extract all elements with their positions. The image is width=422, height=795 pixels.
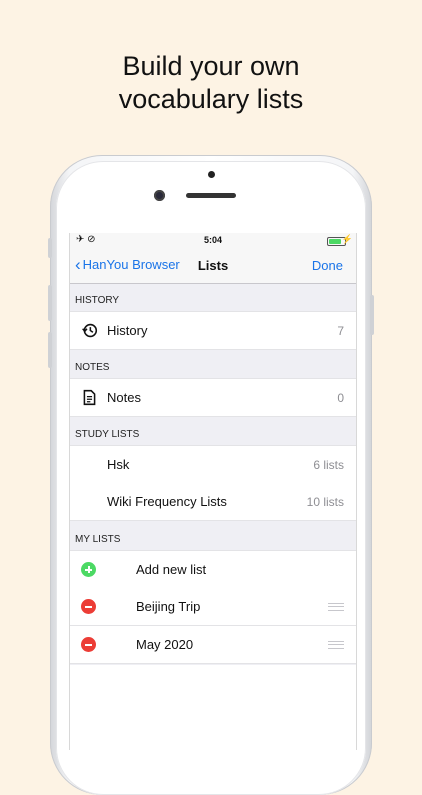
history-row[interactable]: History 7 — [70, 311, 356, 350]
history-label: History — [107, 323, 148, 338]
volume-down-button — [48, 332, 52, 368]
power-button — [370, 295, 374, 335]
volume-up-button — [48, 285, 52, 321]
app-screen: ✈ ⊘ 5:04 ⚡ ‹ HanYou Browser Lists Done HI… — [69, 233, 357, 750]
navigation-bar: ‹ HanYou Browser Lists Done — [70, 249, 356, 284]
table-empty-area — [70, 665, 356, 750]
study-list-label: Wiki Frequency Lists — [107, 494, 227, 509]
front-camera — [154, 190, 165, 201]
headline-line-2: vocabulary lists — [118, 84, 304, 114]
marketing-headline: Build your own vocabulary lists — [0, 50, 422, 116]
add-new-list-row[interactable]: Add new list — [70, 550, 356, 589]
study-list-count: 10 lists — [306, 495, 344, 509]
headline-line-1: Build your own — [122, 51, 300, 81]
notes-row[interactable]: Notes 0 — [70, 378, 356, 417]
document-icon — [83, 389, 96, 406]
done-button[interactable]: Done — [312, 258, 343, 273]
history-count: 7 — [337, 324, 344, 338]
my-list-row-may-2020[interactable]: May 2020 — [70, 626, 356, 664]
add-new-list-label: Add new list — [136, 562, 207, 577]
charging-icon: ⚡ — [341, 234, 353, 244]
add-icon[interactable] — [81, 562, 96, 577]
back-button-label: HanYou Browser — [82, 257, 180, 272]
my-list-label: Beijing Trip — [136, 599, 201, 614]
history-icon — [82, 323, 98, 338]
study-list-count: 6 lists — [313, 458, 344, 472]
earpiece-speaker — [186, 193, 236, 198]
chevron-left-icon: ‹ — [75, 255, 81, 274]
section-header-study-lists: STUDY LISTS — [75, 429, 140, 440]
delete-icon[interactable] — [81, 599, 96, 614]
study-list-row-hsk[interactable]: Hsk 6 lists — [70, 445, 356, 484]
section-header-history: HISTORY — [75, 295, 120, 306]
notes-count: 0 — [337, 391, 344, 405]
reorder-handle-icon[interactable] — [328, 641, 344, 649]
section-header-notes: NOTES — [75, 362, 110, 373]
reorder-handle-icon[interactable] — [328, 603, 344, 611]
study-list-row-wiki[interactable]: Wiki Frequency Lists 10 lists — [70, 483, 356, 521]
status-bar: ✈ ⊘ 5:04 ⚡ — [70, 233, 356, 249]
back-button[interactable]: ‹ HanYou Browser — [75, 255, 180, 274]
proximity-sensor — [208, 171, 215, 178]
notes-label: Notes — [107, 390, 141, 405]
delete-icon[interactable] — [81, 637, 96, 652]
study-list-label: Hsk — [107, 457, 130, 472]
mute-switch — [48, 238, 52, 258]
my-list-row-beijing-trip[interactable]: Beijing Trip — [70, 588, 356, 626]
status-time: 5:04 — [203, 235, 222, 245]
my-list-label: May 2020 — [136, 637, 194, 652]
section-header-my-lists: MY LISTS — [75, 534, 121, 545]
